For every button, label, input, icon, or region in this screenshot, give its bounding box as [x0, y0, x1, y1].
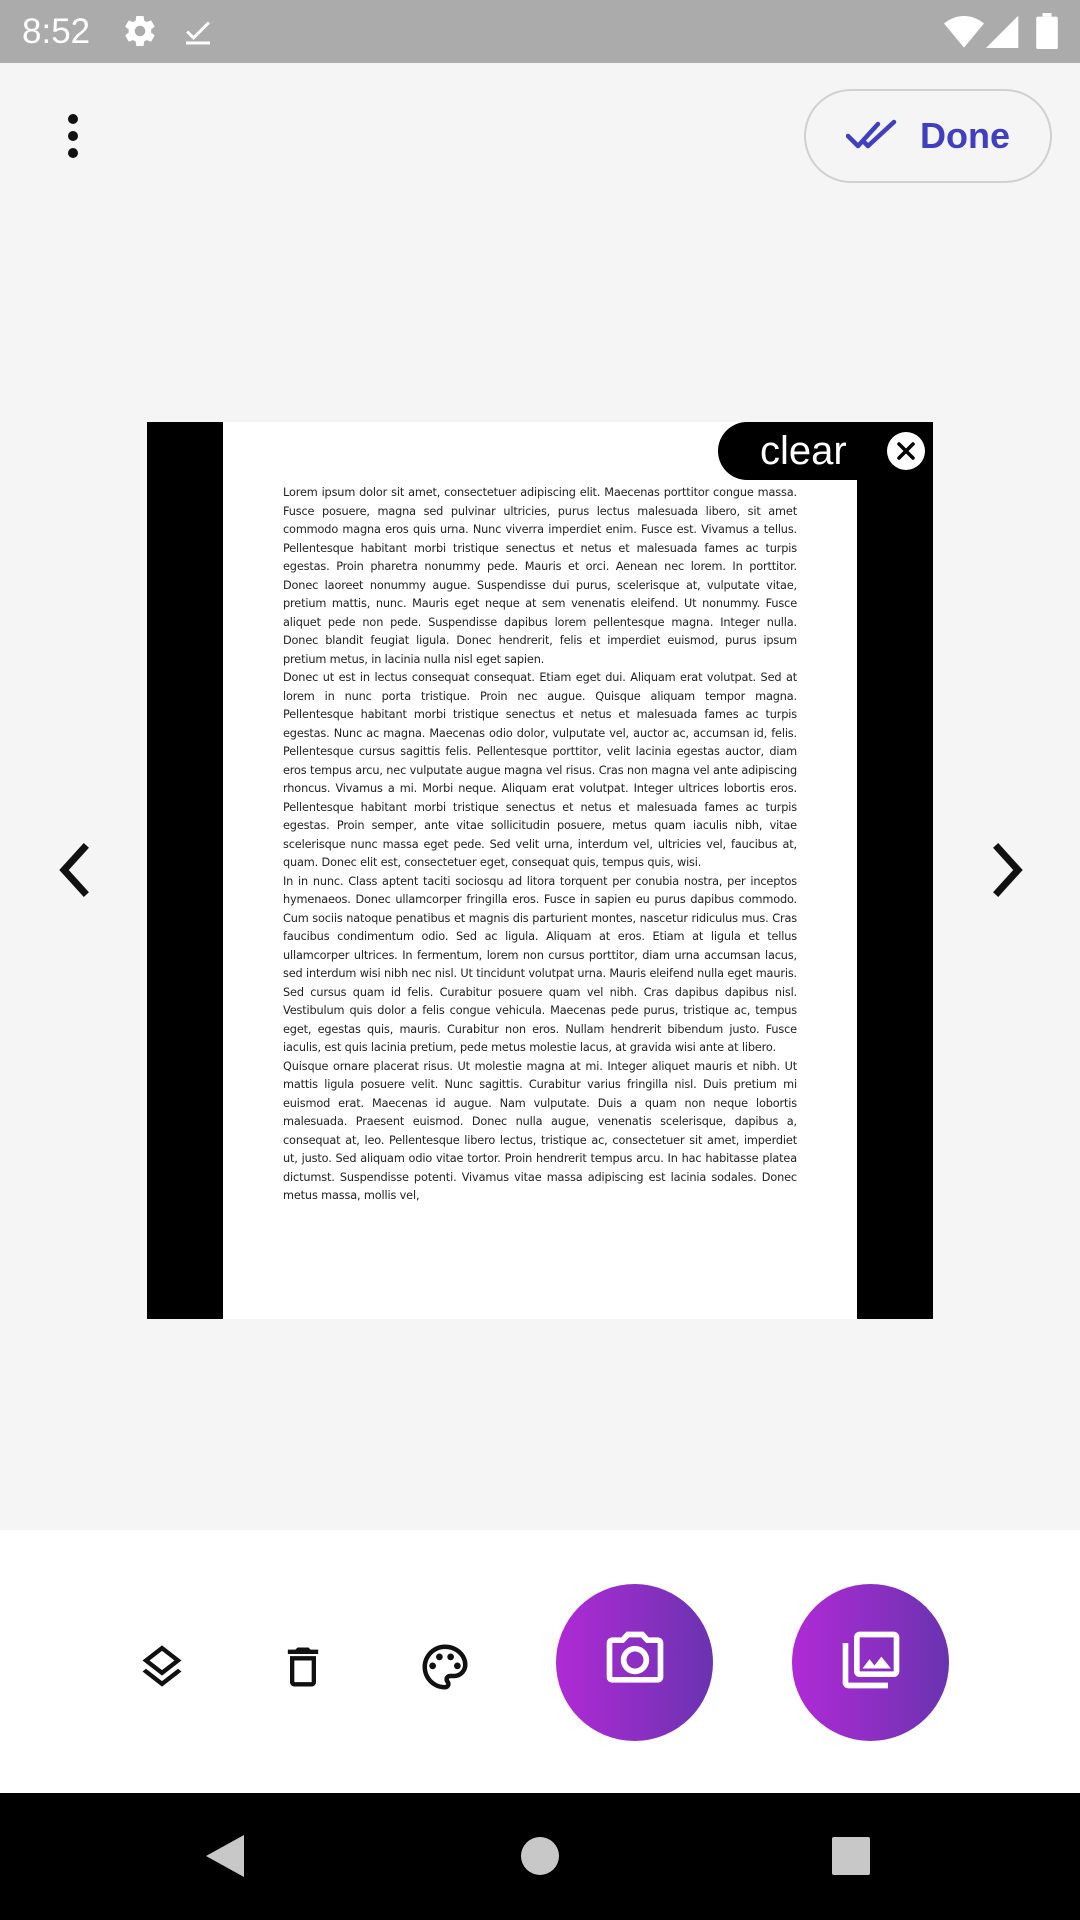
wifi-icon	[944, 13, 984, 54]
signal-icon	[986, 13, 1020, 54]
done-label: Done	[920, 115, 1010, 156]
chevron-right-icon[interactable]	[980, 842, 1036, 898]
palette-icon[interactable]	[413, 1635, 477, 1699]
document-paragraph: Donec ut est in lectus consequat consequ…	[283, 671, 797, 869]
document-paragraph: In in nunc. Class aptent taciti sociosqu…	[283, 874, 797, 1055]
document-paragraph: Quisque ornare placerat risus. Ut molest…	[283, 1059, 797, 1203]
battery-icon	[1036, 13, 1058, 54]
double-check-icon	[845, 118, 898, 155]
camera-button[interactable]	[556, 1584, 713, 1741]
more-vert-icon[interactable]	[45, 103, 101, 169]
delete-icon[interactable]	[271, 1635, 335, 1699]
chevron-left-icon[interactable]	[46, 842, 102, 898]
check-download-icon	[180, 13, 216, 54]
home-icon[interactable]	[517, 1833, 563, 1879]
document-preview[interactable]: Lorem ipsum dolor sit amet, consectetuer…	[147, 422, 933, 1319]
back-icon[interactable]	[202, 1833, 248, 1879]
layers-icon[interactable]	[130, 1635, 194, 1699]
status-bar: 8:52	[0, 0, 1080, 63]
done-button[interactable]: Done	[804, 89, 1052, 183]
document-paragraph: Lorem ipsum dolor sit amet, consectetuer…	[283, 486, 797, 666]
document-page: Lorem ipsum dolor sit amet, consectetuer…	[223, 422, 857, 1319]
clear-button[interactable]: clear	[718, 422, 933, 480]
close-circle-icon[interactable]	[887, 432, 925, 470]
gallery-icon	[837, 1626, 905, 1699]
recents-icon[interactable]	[828, 1833, 874, 1879]
status-time: 8:52	[22, 12, 91, 51]
gear-icon	[122, 13, 158, 54]
clear-label: clear	[760, 428, 847, 473]
document-text: Lorem ipsum dolor sit amet, consectetuer…	[283, 484, 797, 1206]
gallery-button[interactable]	[792, 1584, 949, 1741]
camera-icon	[601, 1626, 669, 1699]
